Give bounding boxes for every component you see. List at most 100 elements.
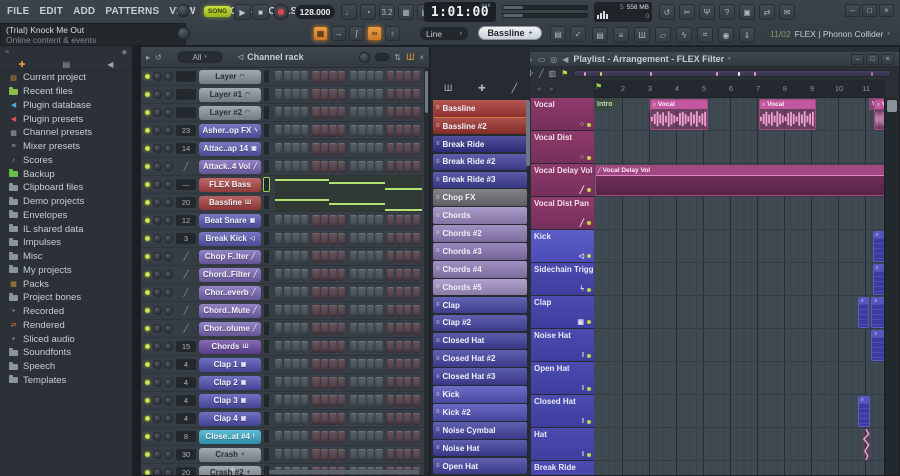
step-cell[interactable] [395, 160, 403, 173]
channel-enable-led[interactable] [145, 200, 150, 205]
mixer-route-indicator[interactable] [264, 106, 269, 119]
pattern-clip[interactable]: ≡ [871, 330, 885, 361]
channel-enable-led[interactable] [145, 164, 150, 169]
checklist-icon[interactable]: ✓ [570, 26, 586, 42]
tab-plugins[interactable]: ✚ [19, 60, 26, 69]
step-cell[interactable] [349, 142, 358, 155]
pattern-item[interactable]: ≡ Closed Hat #3 [433, 368, 527, 385]
step-cell[interactable] [404, 322, 412, 335]
marker-flag-icon[interactable]: ⚑ [561, 69, 568, 78]
channel-volume-knob[interactable] [164, 414, 173, 423]
step-cell[interactable] [375, 340, 383, 353]
playlist-track-header[interactable]: Kick ◁ [531, 230, 594, 263]
channel-volume-knob[interactable] [164, 270, 173, 279]
step-cell[interactable] [292, 142, 300, 155]
playlist-close-button[interactable]: × [881, 53, 894, 65]
slide-icon[interactable]: ╱ [539, 69, 544, 78]
channel-pan-knob[interactable] [153, 378, 162, 387]
step-cell[interactable] [358, 160, 366, 173]
step-cell[interactable] [338, 232, 346, 245]
step-cell[interactable] [338, 394, 346, 407]
step-cell[interactable] [358, 106, 366, 119]
pattern-item[interactable]: ≡ Clap [433, 296, 527, 314]
step-cell[interactable] [275, 412, 283, 425]
step-cell[interactable] [366, 160, 375, 173]
step-cell[interactable] [395, 358, 403, 371]
browser-item[interactable]: ♪ Scores [0, 154, 132, 168]
channel-volume-knob[interactable] [164, 126, 173, 135]
step-cell[interactable] [366, 304, 375, 317]
step-cell[interactable] [358, 286, 366, 299]
channel-volume-knob[interactable] [164, 252, 173, 261]
step-cell[interactable] [412, 322, 421, 335]
mixer-route-indicator[interactable] [264, 430, 269, 443]
channel-volume-knob[interactable] [164, 450, 173, 459]
step-cell[interactable] [395, 70, 403, 83]
step-cell[interactable] [375, 430, 383, 443]
step-cell[interactable] [412, 304, 421, 317]
step-cell[interactable] [404, 340, 412, 353]
step-cell[interactable] [329, 340, 337, 353]
sort-icon[interactable]: ⇅ [394, 53, 401, 62]
channel-pan-knob[interactable] [153, 288, 162, 297]
step-cell[interactable] [366, 70, 375, 83]
playlist-track-header[interactable]: Vocal Dist Pan ╱ [531, 197, 594, 230]
marker-intro[interactable]: Intro [594, 98, 621, 110]
browser-item[interactable]: IL shared data [0, 222, 132, 236]
step-cell[interactable] [320, 394, 329, 407]
step-cell[interactable] [300, 304, 309, 317]
step-cell[interactable] [292, 70, 300, 83]
step-cell[interactable] [366, 322, 375, 335]
channel-pan-knob[interactable] [153, 234, 162, 243]
time-display[interactable]: 1:01:00 BAR [424, 2, 496, 22]
playlist-title[interactable]: Playlist - Arrangement - FLEX Filter [573, 54, 730, 64]
step-cell[interactable] [292, 124, 300, 137]
pattern-item[interactable]: ≡ Break Ride #2 [433, 153, 527, 171]
help-icon[interactable]: ? [719, 4, 735, 20]
step-cell[interactable] [358, 376, 366, 389]
toggle-piano-roll-button[interactable]: ▱ [655, 27, 671, 43]
step-cell[interactable] [312, 70, 320, 83]
pattern-item[interactable]: ≡ Bassline #2 [433, 117, 527, 135]
rack-vscroll-thumb[interactable] [425, 71, 428, 113]
step-cell[interactable] [395, 286, 403, 299]
audiomini-clip[interactable] [861, 429, 871, 460]
step-cell[interactable] [404, 88, 412, 101]
step-cell[interactable] [283, 124, 291, 137]
step-cell[interactable] [275, 214, 283, 227]
step-cell[interactable] [358, 250, 366, 263]
tuner-icon[interactable]: Ι [582, 418, 584, 425]
channel-button[interactable]: Beat Snare ▣ [199, 213, 261, 228]
channel-enable-led[interactable] [145, 326, 150, 331]
step-cell[interactable] [349, 160, 358, 173]
pattern-clip[interactable]: ≡ [857, 396, 871, 427]
oval-icon[interactable]: ○ [580, 121, 584, 128]
browser-item[interactable]: Envelopes [0, 209, 132, 223]
step-cell[interactable] [329, 250, 337, 263]
step-cell[interactable] [404, 376, 412, 389]
audio-clip[interactable]: ≡Vocal [650, 99, 709, 130]
blend-recording-icon[interactable]: ▦ [398, 4, 414, 20]
step-cell[interactable] [300, 214, 309, 227]
step-cell[interactable] [312, 88, 320, 101]
step-cell[interactable] [283, 88, 291, 101]
channel-button[interactable]: Chop F..lter ╱ [199, 249, 261, 264]
step-cell[interactable] [312, 160, 320, 173]
step-cell[interactable] [412, 214, 421, 227]
mixer-route-indicator[interactable] [264, 304, 269, 317]
mixer-route-indicator[interactable] [264, 448, 269, 461]
channel-pan-knob[interactable] [153, 450, 162, 459]
step-cell[interactable] [338, 160, 346, 173]
step-cell[interactable] [292, 304, 300, 317]
step-cell[interactable] [338, 250, 346, 263]
channel-enable-led[interactable] [145, 92, 150, 97]
step-cell[interactable] [375, 106, 383, 119]
menu-item-edit[interactable]: EDIT [34, 6, 68, 17]
pattern-item[interactable]: ≡ Noise Cymbal [433, 422, 527, 439]
step-cell[interactable] [404, 106, 412, 119]
touch-tool-button[interactable]: ♁ [385, 26, 400, 41]
channel-volume-knob[interactable] [164, 144, 173, 153]
master-pitch-knob[interactable] [177, 27, 190, 40]
step-cell[interactable] [292, 322, 300, 335]
step-cell[interactable] [300, 70, 309, 83]
